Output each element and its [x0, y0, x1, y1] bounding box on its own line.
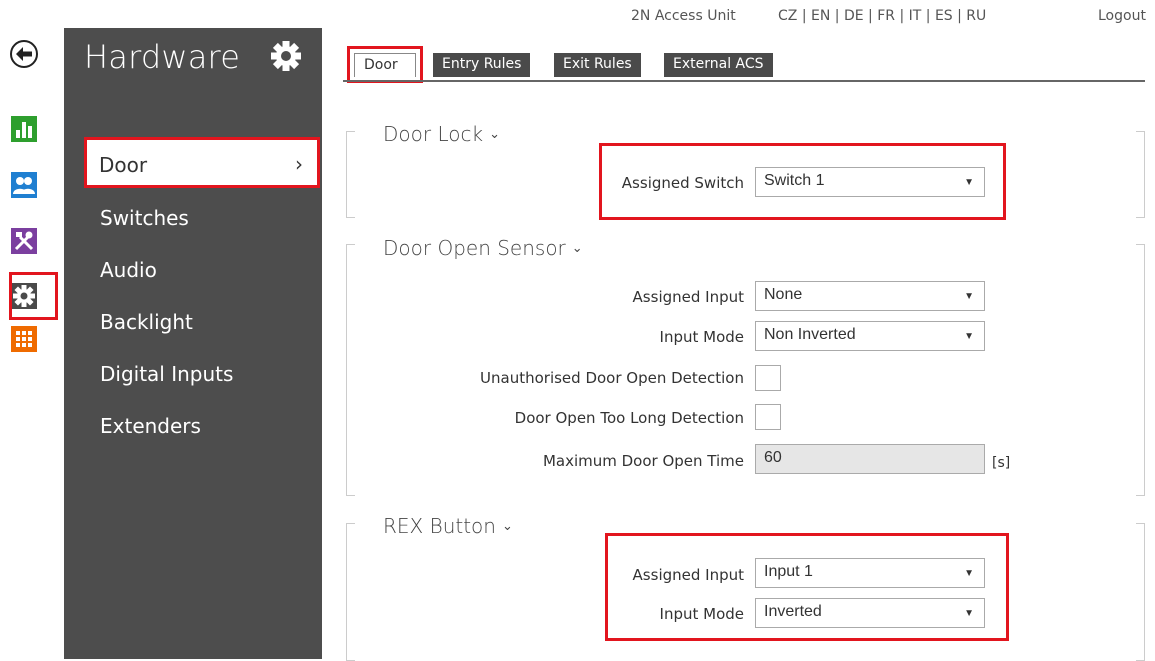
lang-de[interactable]: DE	[844, 8, 864, 24]
rail-selection-highlight	[9, 272, 58, 320]
sidebar-item-audio[interactable]: Audio	[100, 258, 157, 282]
dropdown-arrow-icon: ▼	[964, 608, 974, 619]
select-value: None	[764, 286, 803, 303]
caret-down-icon: ⌄	[571, 241, 583, 256]
select-value: Input 1	[764, 563, 813, 580]
section-bracket-right	[1136, 131, 1145, 218]
section-title-door-lock[interactable]: Door Lock ⌄	[383, 122, 500, 146]
sidebar-item-label: Door	[99, 153, 148, 177]
assigned-input-label: Assigned Input	[632, 566, 744, 584]
sidebar-item-digital-inputs[interactable]: Digital Inputs	[100, 362, 233, 386]
services-tools-icon[interactable]	[11, 228, 37, 254]
unauthorised-open-checkbox[interactable]	[755, 365, 781, 391]
sidebar-item-door[interactable]: Door ›	[84, 137, 320, 188]
chevron-right-icon: ›	[295, 152, 303, 176]
section-title-text: Door Lock	[383, 122, 484, 146]
dropdown-arrow-icon: ▼	[964, 177, 974, 188]
section-bracket-right	[1136, 523, 1145, 661]
sidebar-item-extenders[interactable]: Extenders	[100, 414, 201, 438]
sidebar-title: Hardware	[84, 38, 241, 76]
input-mode-label: Input Mode	[659, 328, 744, 346]
sensor-input-mode-select[interactable]: Non Inverted ▼	[755, 321, 985, 351]
section-title-door-open-sensor[interactable]: Door Open Sensor ⌄	[383, 236, 583, 260]
dropdown-arrow-icon: ▼	[964, 291, 974, 302]
lang-ru[interactable]: RU	[966, 8, 986, 24]
rex-input-mode-select[interactable]: Inverted ▼	[755, 598, 985, 628]
sidebar	[64, 28, 322, 659]
tab-selection-highlight	[347, 46, 423, 83]
assigned-switch-select[interactable]: Switch 1 ▼	[755, 167, 985, 197]
device-name: 2N Access Unit	[631, 8, 736, 24]
tab-external-acs[interactable]: External ACS	[664, 53, 773, 77]
back-arrow-icon	[16, 47, 32, 61]
section-title-text: REX Button	[383, 514, 496, 538]
tab-entry-rules[interactable]: Entry Rules	[433, 53, 531, 77]
tab-divider	[343, 80, 1145, 82]
sensor-assigned-input-select[interactable]: None ▼	[755, 281, 985, 311]
users-icon[interactable]	[11, 172, 37, 198]
rex-assigned-input-select[interactable]: Input 1 ▼	[755, 558, 985, 588]
back-button[interactable]	[10, 40, 38, 68]
assigned-switch-label: Assigned Switch	[621, 174, 744, 192]
language-switcher: CZ | EN | DE | FR | IT | ES | RU	[778, 8, 987, 24]
status-chart-icon[interactable]	[11, 116, 37, 142]
system-grid-icon[interactable]	[11, 326, 37, 352]
sidebar-item-switches[interactable]: Switches	[100, 206, 189, 230]
lang-en[interactable]: EN	[811, 8, 830, 24]
time-unit-label: [s]	[992, 455, 1011, 471]
dropdown-arrow-icon: ▼	[964, 568, 974, 579]
select-value: Non Inverted	[764, 326, 856, 343]
section-bracket-right	[1136, 244, 1145, 496]
lang-es[interactable]: ES	[935, 8, 953, 24]
max-open-time-input[interactable]: 60	[755, 444, 985, 474]
section-bracket-left	[346, 523, 355, 661]
lang-it[interactable]: IT	[909, 8, 922, 24]
caret-down-icon: ⌄	[489, 127, 500, 142]
logout-link[interactable]: Logout	[1098, 8, 1146, 24]
section-bracket-left	[346, 131, 355, 218]
select-value: Inverted	[764, 603, 822, 620]
lang-fr[interactable]: FR	[877, 8, 895, 24]
input-mode-label: Input Mode	[659, 605, 744, 623]
open-too-long-checkbox[interactable]	[755, 404, 781, 430]
section-title-rex-button[interactable]: REX Button ⌄	[383, 514, 513, 538]
dropdown-arrow-icon: ▼	[964, 331, 974, 342]
max-open-time-label: Maximum Door Open Time	[542, 452, 744, 470]
lang-cz[interactable]: CZ	[778, 8, 797, 24]
assigned-input-label: Assigned Input	[632, 288, 744, 306]
open-too-long-label: Door Open Too Long Detection	[514, 409, 744, 427]
caret-down-icon: ⌄	[501, 519, 513, 534]
select-value: Switch 1	[764, 172, 825, 189]
sidebar-item-backlight[interactable]: Backlight	[100, 310, 193, 334]
tab-exit-rules[interactable]: Exit Rules	[554, 53, 641, 77]
unauthorised-open-label: Unauthorised Door Open Detection	[480, 369, 744, 387]
section-bracket-left	[346, 244, 355, 496]
section-title-text: Door Open Sensor	[383, 236, 566, 260]
settings-gear-icon[interactable]	[268, 38, 304, 74]
